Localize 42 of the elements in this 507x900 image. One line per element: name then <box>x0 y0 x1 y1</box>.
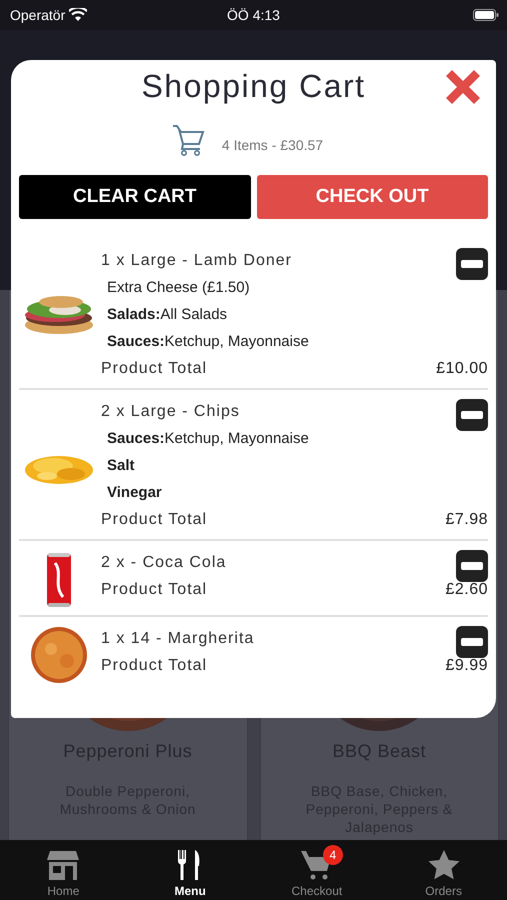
item-option: Sauces:Ketchup, Mayonnaise <box>101 425 488 452</box>
item-title: 2 x - Coca Cola <box>101 554 226 572</box>
minus-icon <box>461 562 483 570</box>
item-option: Salads:All Salads <box>101 301 488 328</box>
item-price: £2.60 <box>445 580 488 598</box>
store-icon <box>46 849 80 881</box>
item-title: 1 x Large - Lamb Doner <box>101 252 292 270</box>
cart-icon <box>172 123 206 157</box>
carrier-name: Operatör <box>10 7 66 23</box>
tab[interactable]: Orders <box>380 840 507 900</box>
item-price: £10.00 <box>436 360 488 378</box>
minus-icon <box>461 260 483 268</box>
item-title: 1 x 14 - Margherita <box>101 630 254 648</box>
tab[interactable]: Menu <box>126 840 254 900</box>
wifi-icon <box>69 8 88 22</box>
remove-button[interactable] <box>456 248 488 280</box>
total-label: Product Total <box>101 360 208 378</box>
tab[interactable]: Checkout 4 <box>254 840 380 900</box>
battery-icon <box>473 9 499 21</box>
item-title: 2 x Large - Chips <box>101 402 240 420</box>
total-label: Product Total <box>101 656 208 674</box>
tab[interactable]: Home <box>0 840 127 900</box>
remove-button[interactable] <box>456 550 488 582</box>
clear-cart-button[interactable]: CLEAR CART <box>19 175 250 219</box>
item-option: Extra Cheese (£1.50) <box>101 274 488 301</box>
item-option: Salt <box>101 452 488 479</box>
remove-button[interactable] <box>456 626 488 658</box>
item-option: Sauces:Ketchup, Mayonnaise <box>101 328 488 355</box>
count-badge: 4 <box>322 845 343 865</box>
star-icon <box>426 849 461 881</box>
remove-button[interactable] <box>456 398 488 430</box>
item-price: £9.99 <box>445 656 488 674</box>
cart-summary: 4 Items - £30.57 <box>222 137 324 153</box>
minus-icon <box>461 638 483 646</box>
total-label: Product Total <box>101 580 208 598</box>
item-price: £7.98 <box>445 510 488 528</box>
checkout-button[interactable]: CHECK OUT <box>256 175 488 219</box>
item-option: Vinegar <box>101 479 488 506</box>
minus-icon <box>461 410 483 418</box>
clock-time: ÖÖ 4:13 <box>227 7 280 23</box>
dialog-title: Shopping Cart <box>141 68 366 104</box>
total-label: Product Total <box>101 510 208 528</box>
